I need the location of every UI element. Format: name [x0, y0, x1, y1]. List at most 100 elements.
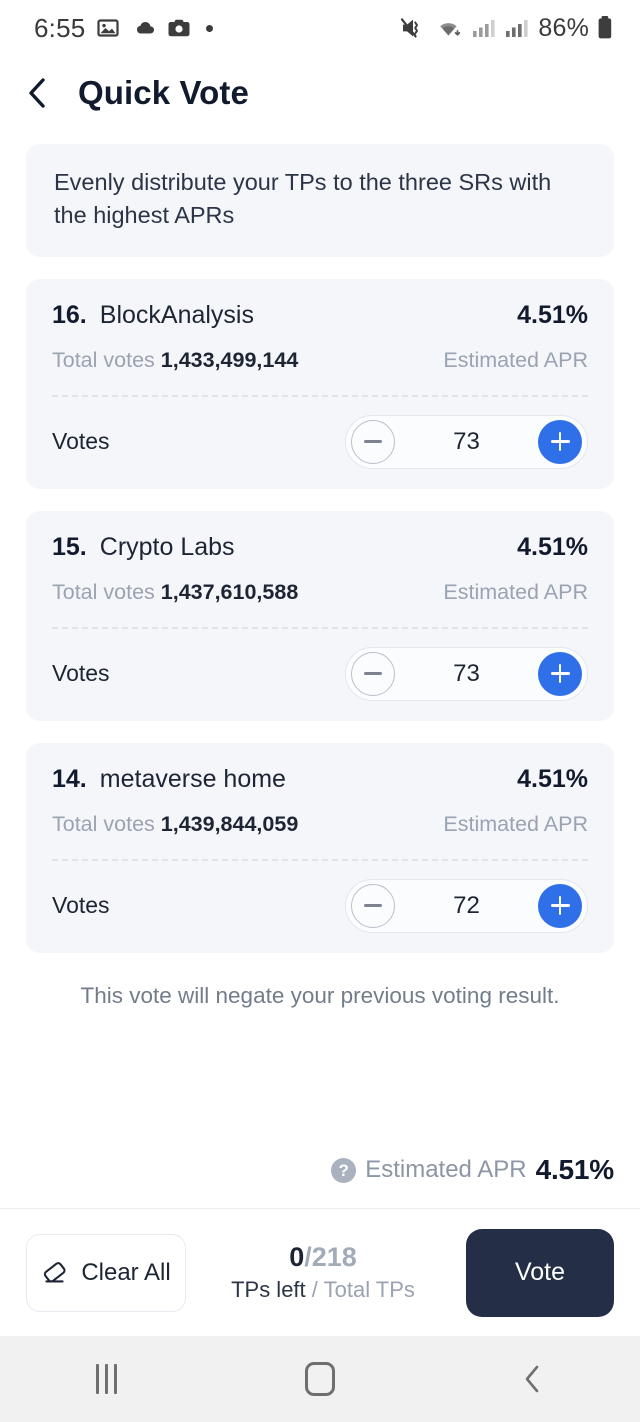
- sr-card-header: 14. metaverse home 4.51%: [52, 765, 588, 794]
- sr-rank: 14.: [52, 764, 87, 793]
- tps-total-label: Total TPs: [323, 1277, 415, 1303]
- recents-icon: [96, 1364, 118, 1394]
- sr-card[interactable]: 14. metaverse home 4.51% Total votes 1,43…: [26, 742, 614, 953]
- sr-name: Crypto Labs: [99, 532, 235, 561]
- estimated-apr-label: Estimated APR: [443, 579, 588, 604]
- sr-card[interactable]: 15. Crypto Labs 4.51% Total votes 1,437,6…: [26, 510, 614, 721]
- status-bar: 6:55 86%: [0, 0, 640, 56]
- sr-card-stepper-row: Votes 73: [52, 414, 588, 469]
- home-button[interactable]: [260, 1336, 380, 1422]
- tps-separator: /: [304, 1241, 312, 1272]
- home-icon: [304, 1362, 335, 1396]
- votes-value[interactable]: 72: [395, 892, 538, 920]
- votes-label: Votes: [52, 428, 110, 455]
- tps-numbers: 0/218: [186, 1242, 460, 1273]
- sr-card-subrow: Total votes 1,437,610,588 Estimated APR: [52, 580, 588, 605]
- tps-left-label: TPs left: [231, 1277, 306, 1303]
- back-icon: [526, 1365, 539, 1393]
- mute-vibrate-icon: [401, 18, 419, 38]
- tps-caption-separator: /: [305, 1277, 324, 1303]
- camera-icon: [168, 19, 190, 37]
- sr-rank: 15.: [52, 532, 87, 561]
- nav-back-button[interactable]: [473, 1336, 593, 1422]
- vote-button-label: Vote: [514, 1258, 566, 1286]
- sr-apr-value: 4.51%: [517, 300, 588, 329]
- android-nav-bar: [0, 1336, 640, 1422]
- summary-apr-label: Estimated APR: [365, 1156, 527, 1183]
- card-divider: [52, 858, 588, 861]
- sr-card-stepper-row: Votes 72: [52, 878, 588, 933]
- sr-card[interactable]: 16. BlockAnalysis 4.51% Total votes 1,433…: [26, 278, 614, 489]
- tps-total-value: 218: [311, 1241, 357, 1272]
- tps-left-value: 0: [289, 1241, 305, 1272]
- total-votes-value: 1,433,499,144: [160, 347, 299, 372]
- votes-stepper[interactable]: 72: [345, 878, 588, 933]
- total-votes-group: Total votes 1,439,844,059: [52, 812, 298, 837]
- total-votes-label: Total votes: [52, 347, 155, 372]
- increment-button[interactable]: [538, 651, 582, 696]
- votes-label: Votes: [52, 660, 110, 687]
- page-title: Quick Vote: [78, 74, 249, 111]
- sr-card-header: 16. BlockAnalysis 4.51%: [52, 301, 588, 330]
- tps-counter: 0/218 TPs left / Total TPs: [186, 1242, 466, 1303]
- page-header: Quick Vote: [0, 56, 640, 130]
- signal-bars-icon: [473, 20, 495, 37]
- decrement-button[interactable]: [351, 883, 395, 928]
- total-votes-group: Total votes 1,433,499,144: [52, 348, 298, 373]
- signal-bars-icon: [506, 20, 528, 37]
- increment-button[interactable]: [538, 883, 582, 928]
- sr-card-subrow: Total votes 1,439,844,059 Estimated APR: [52, 812, 588, 837]
- tps-caption: TPs left / Total TPs: [186, 1277, 460, 1303]
- votes-value[interactable]: 73: [395, 428, 538, 456]
- total-votes-label: Total votes: [52, 579, 155, 604]
- votes-stepper[interactable]: 73: [345, 414, 588, 469]
- back-button[interactable]: [14, 70, 60, 116]
- eraser-icon: [44, 1261, 66, 1282]
- votes-label: Votes: [52, 892, 110, 919]
- estimated-apr-summary: ? Estimated APR 4.51%: [0, 1154, 640, 1186]
- main-content: Evenly distribute your TPs to the three …: [0, 130, 640, 1154]
- total-votes-value: 1,439,844,059: [160, 811, 299, 836]
- decrement-button[interactable]: [351, 419, 395, 464]
- clear-all-button[interactable]: Clear All: [26, 1233, 186, 1312]
- clear-all-label: Clear All: [81, 1258, 171, 1286]
- card-divider: [52, 626, 588, 629]
- sr-rank: 16.: [52, 300, 87, 329]
- sr-identity: 15. Crypto Labs: [52, 533, 235, 562]
- increment-button[interactable]: [538, 419, 582, 464]
- total-votes-group: Total votes 1,437,610,588: [52, 580, 298, 605]
- summary-apr-value: 4.51%: [535, 1154, 615, 1185]
- question-mark-icon[interactable]: ?: [331, 1157, 357, 1183]
- estimated-apr-label: Estimated APR: [443, 811, 588, 836]
- card-divider: [52, 394, 588, 397]
- sr-card-stepper-row: Votes 73: [52, 646, 588, 701]
- image-icon: [97, 19, 120, 37]
- total-votes-value: 1,437,610,588: [160, 579, 299, 604]
- cloud-icon: [137, 22, 155, 34]
- sr-card-header: 15. Crypto Labs 4.51%: [52, 533, 588, 562]
- minus-icon: [364, 904, 382, 907]
- decrement-button[interactable]: [351, 651, 395, 696]
- sr-identity: 14. metaverse home: [52, 765, 286, 794]
- sr-name: metaverse home: [99, 764, 286, 793]
- action-bar: Clear All 0/218 TPs left / Total TPs Vot…: [0, 1208, 640, 1336]
- battery-icon: [598, 16, 612, 39]
- votes-stepper[interactable]: 73: [345, 646, 588, 701]
- sr-apr-value: 4.51%: [517, 764, 588, 793]
- negate-warning: This vote will negate your previous voti…: [80, 982, 560, 1008]
- status-bar-right: 86%: [400, 14, 614, 43]
- estimated-apr-label: Estimated APR: [443, 347, 588, 372]
- sr-apr-value: 4.51%: [517, 532, 588, 561]
- minus-icon: [364, 440, 382, 443]
- minus-icon: [364, 672, 382, 675]
- status-bar-clock: 6:55: [34, 12, 86, 43]
- chevron-left-icon: [29, 78, 45, 108]
- total-votes-label: Total votes: [52, 811, 155, 836]
- vote-button[interactable]: Vote: [466, 1228, 614, 1317]
- sr-identity: 16. BlockAnalysis: [52, 301, 254, 330]
- dot-indicator-icon: [206, 24, 214, 32]
- recents-button[interactable]: [47, 1336, 167, 1422]
- battery-percentage: 86%: [538, 13, 589, 42]
- votes-value[interactable]: 73: [395, 660, 538, 688]
- instruction-banner: Evenly distribute your TPs to the three …: [26, 144, 614, 257]
